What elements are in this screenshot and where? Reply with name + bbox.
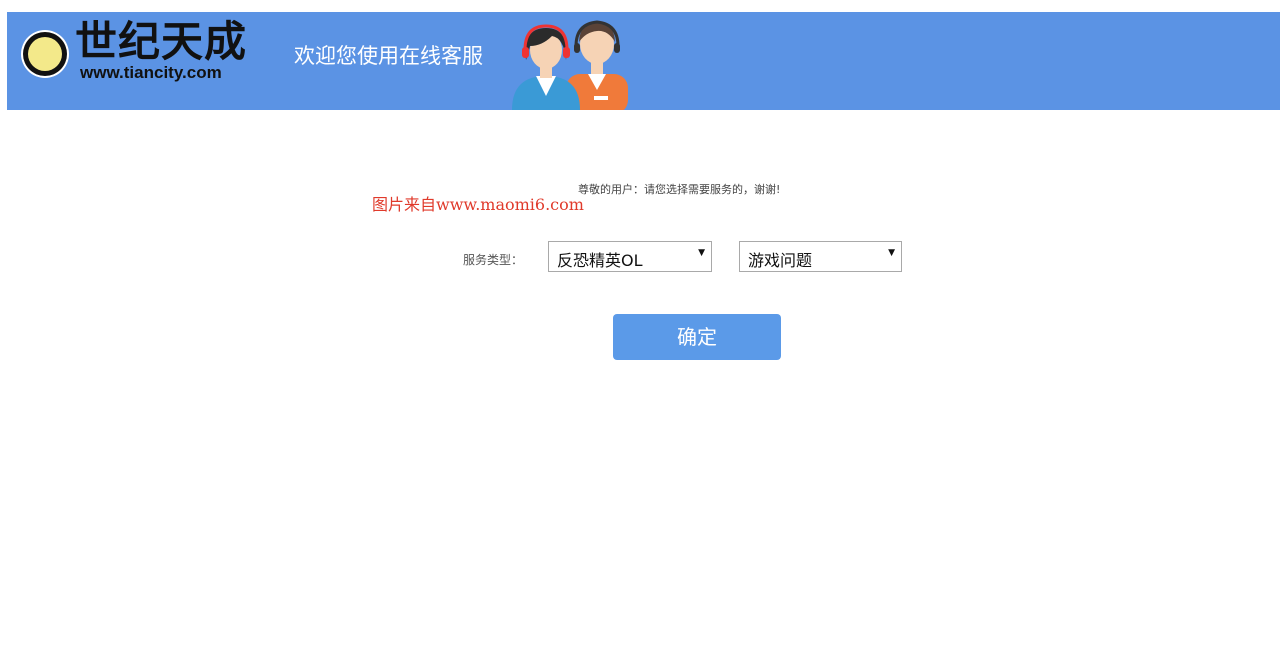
watermark-text: 图片来自www.maomi6.com [372,195,584,214]
customer-service-agents-icon [512,20,628,110]
game-select-value: 反恐精英OL [557,251,643,270]
dropdown-arrow-icon: ▼ [888,248,895,258]
brand-url: www.tiancity.com [80,63,222,82]
tiancity-logo-icon [21,30,69,78]
brand-name: 世纪天成 [75,17,248,66]
service-type-label: 服务类型： [463,253,524,267]
issue-type-select[interactable]: 游戏问题 ▼ [739,241,902,272]
notice-text: 尊敬的用户：请您选择需要服务的，谢谢! [578,183,781,196]
welcome-title: 欢迎您使用在线客服 [294,44,483,68]
issue-select-value: 游戏问题 [748,251,813,270]
dropdown-arrow-icon: ▼ [698,248,705,258]
game-select[interactable]: 反恐精英OL ▼ [548,241,712,272]
confirm-button[interactable]: 确定 [613,314,781,360]
